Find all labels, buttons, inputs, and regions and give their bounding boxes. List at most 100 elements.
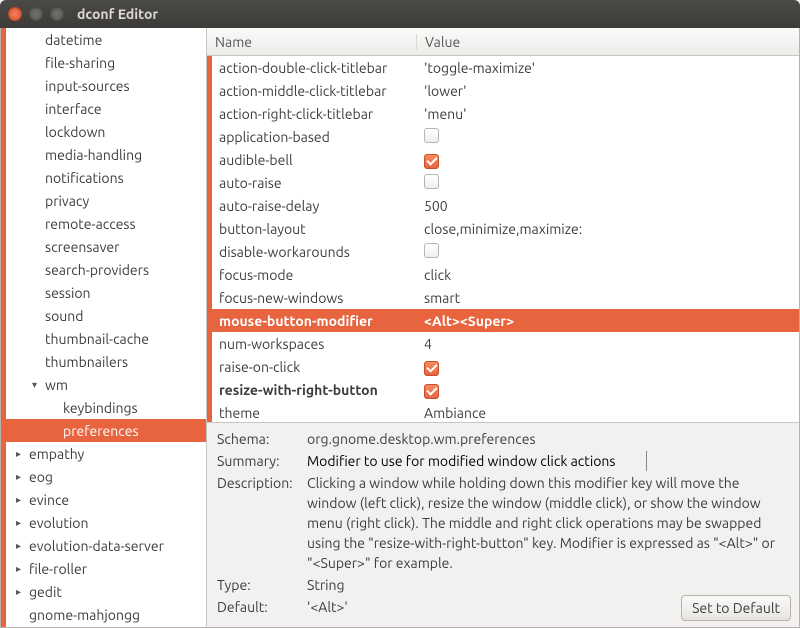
tree-item[interactable]: media-handling: [6, 143, 206, 166]
tree-item-label: preferences: [63, 423, 139, 439]
type-label: Type:: [217, 575, 307, 595]
tree-item[interactable]: ▾wm: [6, 373, 206, 396]
checkbox[interactable]: [424, 154, 439, 169]
tree-item-label: evolution: [29, 515, 88, 531]
tree-item[interactable]: ▸eog: [6, 465, 206, 488]
tree-item[interactable]: notifications: [6, 166, 206, 189]
key-name: num-workspaces: [215, 336, 420, 352]
tree-item-label: wm: [45, 377, 68, 393]
table-row[interactable]: mouse-button-modifier<Alt><Super>: [212, 309, 799, 332]
key-value[interactable]: <Alt><Super>: [420, 313, 799, 329]
checkbox[interactable]: [424, 128, 439, 143]
key-value[interactable]: [420, 380, 799, 399]
table-row[interactable]: action-middle-click-titlebar'lower': [212, 79, 799, 102]
tree-item[interactable]: remote-access: [6, 212, 206, 235]
table-row[interactable]: action-right-click-titlebar'menu': [212, 102, 799, 125]
key-value[interactable]: [420, 174, 799, 192]
schema-tree[interactable]: datetimefile-sharing input-sources interfa…: [1, 28, 207, 627]
tree-item[interactable]: gnome-screenshot: [6, 626, 206, 627]
key-value[interactable]: close,minimize,maximize:: [420, 221, 799, 237]
key-value[interactable]: smart: [420, 290, 799, 306]
table-row[interactable]: audible-bell: [212, 148, 799, 171]
tree-item-label: keybindings: [63, 400, 138, 416]
summary-label: Summary:: [217, 451, 307, 471]
checkbox[interactable]: [424, 384, 439, 399]
chevron-right-icon[interactable]: ▸: [16, 471, 26, 483]
tree-item-label: thumbnail-cache: [45, 331, 149, 347]
maximize-icon[interactable]: [50, 7, 64, 21]
tree-item-label: input-sources: [45, 78, 130, 94]
checkbox[interactable]: [424, 174, 439, 189]
chevron-right-icon[interactable]: ▸: [16, 448, 26, 460]
key-name: focus-mode: [215, 267, 420, 283]
checkbox[interactable]: [424, 361, 439, 376]
key-value[interactable]: 'lower': [420, 83, 799, 99]
tree-item[interactable]: interface: [6, 97, 206, 120]
key-value[interactable]: [420, 150, 799, 169]
checkbox[interactable]: [424, 243, 439, 258]
table-row[interactable]: auto-raise: [212, 171, 799, 194]
tree-item[interactable]: input-sources: [6, 74, 206, 97]
key-value[interactable]: 'menu': [420, 106, 799, 122]
table-row[interactable]: resize-with-right-button: [212, 378, 799, 401]
key-value[interactable]: [420, 128, 799, 146]
table-row[interactable]: application-based: [212, 125, 799, 148]
set-to-default-button[interactable]: Set to Default: [681, 595, 791, 621]
chevron-right-icon[interactable]: ▸: [16, 494, 26, 506]
summary-input[interactable]: [307, 451, 647, 471]
key-value[interactable]: [420, 357, 799, 376]
table-row[interactable]: action-double-click-titlebar'toggle-maxi…: [212, 56, 799, 79]
tree-item-label: gedit: [29, 584, 62, 600]
chevron-right-icon[interactable]: ▸: [16, 540, 26, 552]
tree-item[interactable]: ▸gedit: [6, 580, 206, 603]
tree-item[interactable]: session: [6, 281, 206, 304]
tree-item[interactable]: ▸evolution: [6, 511, 206, 534]
tree-item[interactable]: ▸evince: [6, 488, 206, 511]
type-value: String: [307, 575, 789, 595]
table-row[interactable]: focus-new-windowssmart: [212, 286, 799, 309]
tree-item-label: file-roller: [29, 561, 87, 577]
tree-item[interactable]: sound: [6, 304, 206, 327]
tree-item[interactable]: thumbnailers: [6, 350, 206, 373]
tree-item[interactable]: ▸empathy: [6, 442, 206, 465]
close-icon[interactable]: [8, 7, 22, 21]
table-row[interactable]: disable-workarounds: [212, 240, 799, 263]
key-value[interactable]: [420, 243, 799, 261]
tree-item[interactable]: file-sharing: [6, 51, 206, 74]
table-row[interactable]: focus-modeclick: [212, 263, 799, 286]
table-row[interactable]: auto-raise-delay500: [212, 194, 799, 217]
chevron-right-icon[interactable]: ▸: [16, 517, 26, 529]
tree-item[interactable]: lockdown: [6, 120, 206, 143]
key-value[interactable]: Ambiance: [420, 405, 799, 421]
key-value[interactable]: click: [420, 267, 799, 283]
tree-item[interactable]: ▸evolution-data-server: [6, 534, 206, 557]
key-value[interactable]: 'toggle-maximize': [420, 60, 799, 76]
titlebar[interactable]: dconf Editor: [0, 0, 800, 28]
column-header-value[interactable]: Value: [417, 34, 799, 50]
tree-item-label: thumbnailers: [45, 354, 128, 370]
table-row[interactable]: raise-on-click: [212, 355, 799, 378]
minimize-icon[interactable]: [29, 7, 43, 21]
table-row[interactable]: button-layoutclose,minimize,maximize:: [212, 217, 799, 240]
tree-item[interactable]: thumbnail-cache: [6, 327, 206, 350]
chevron-right-icon[interactable]: ▸: [16, 563, 26, 575]
key-value[interactable]: 4: [420, 336, 799, 352]
chevron-right-icon[interactable]: ▸: [16, 586, 26, 598]
tree-item[interactable]: ▸file-roller: [6, 557, 206, 580]
column-header-name[interactable]: Name: [207, 34, 417, 50]
tree-item[interactable]: datetime: [6, 28, 206, 51]
table-row[interactable]: themeAmbiance: [212, 401, 799, 422]
tree-item[interactable]: search-providers: [6, 258, 206, 281]
key-value[interactable]: 500: [420, 198, 799, 214]
chevron-down-icon[interactable]: ▾: [32, 379, 42, 391]
tree-item-label: gnome-mahjongg: [29, 607, 140, 623]
tree-item[interactable]: keybindings: [6, 396, 206, 419]
tree-item[interactable]: preferences: [6, 419, 206, 442]
tree-item[interactable]: screensaver: [6, 235, 206, 258]
table-row[interactable]: num-workspaces4: [212, 332, 799, 355]
tree-item-label: interface: [45, 101, 102, 117]
tree-item[interactable]: privacy: [6, 189, 206, 212]
tree-item[interactable]: gnome-mahjongg: [6, 603, 206, 626]
keys-table[interactable]: action-double-click-titlebar'toggle-maxi…: [207, 56, 799, 422]
tree-item-label: evince: [29, 492, 69, 508]
